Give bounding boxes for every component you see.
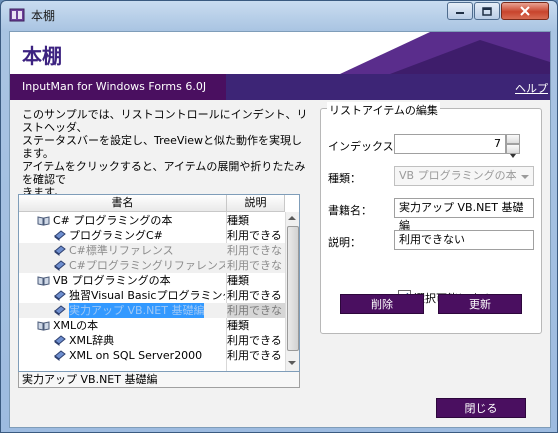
list-item-title: 独習Visual Basicプログラミング [69, 289, 225, 302]
scroll-up-icon[interactable] [288, 216, 296, 220]
book-icon [54, 335, 66, 346]
open-book-icon [37, 321, 50, 331]
type-combo[interactable]: VB プログラミングの本 [394, 166, 534, 186]
description-line: このサンプルでは、リストコントロールにインデント、リストヘッダ、 [22, 108, 308, 134]
list-item-status: 利用できな [227, 303, 285, 318]
title-bar[interactable]: 本棚 [1, 1, 557, 29]
list-item[interactable]: XML辞典 利用できる [19, 333, 285, 348]
header-decoration [340, 32, 550, 74]
delete-button[interactable]: 削除 [340, 294, 424, 314]
edit-group-title: リストアイテムの編集 [327, 102, 440, 118]
list-item[interactable]: C#標準リファレンス 利用できな [19, 243, 285, 258]
description-line: ステータスバーを設定し、TreeViewと似た動作を実現します。 [22, 134, 303, 160]
app-window: 本棚 本棚 InputMan for Windows Forms 6.0J ヘル… [0, 0, 558, 433]
book-icon [54, 245, 66, 256]
book-icon [54, 290, 66, 301]
list-item-title: 実力アップ VB.NET 基礎編 [69, 303, 205, 318]
window-title: 本棚 [31, 9, 56, 23]
list-item-title: C# プログラミングの本 [53, 214, 173, 227]
index-spin-down[interactable] [506, 144, 520, 158]
list-item-title: C#標準リファレンス [69, 244, 174, 257]
list-item-status: 利用できな [227, 244, 282, 257]
list-item-status: 種類 [227, 319, 249, 332]
list-item[interactable]: VB プログラミングの本 種類 [19, 273, 285, 288]
product-banner: InputMan for Windows Forms 6.0J ヘルプ [10, 74, 550, 100]
list-item-title: XMLの本 [53, 319, 99, 332]
list-item-status: 利用できる [227, 349, 282, 362]
page-title: 本棚 [22, 44, 62, 68]
scroll-down-icon[interactable] [288, 361, 296, 365]
title-label: 書籍名： [328, 204, 372, 217]
list-item-title: プログラミングC# [69, 229, 163, 242]
product-name: InputMan for Windows Forms 6.0J [22, 80, 207, 93]
list-item-title: XML on SQL Server2000 [69, 349, 203, 362]
book-list[interactable]: 書名 説明 C# プログラミングの本 種類 プログラミングC# 利用できる C#標準リフ… [18, 194, 300, 372]
index-spin-up[interactable] [506, 134, 520, 148]
desc-label: 説明： [328, 236, 361, 249]
list-item[interactable]: C#プログラミングリファレンス 利用できな [19, 258, 285, 273]
scroll-thumb[interactable] [287, 226, 299, 351]
list-item-status: 利用できる [227, 229, 282, 242]
list-scrollbar[interactable] [285, 212, 299, 371]
list-item[interactable]: 実力アップ VB.NET 基礎編 利用できな [19, 303, 285, 318]
list-item[interactable]: 独習Visual Basicプログラミング 利用できる [19, 288, 285, 303]
book-icon [54, 305, 66, 316]
list-item-title: VB プログラミングの本 [53, 274, 171, 287]
close-button[interactable]: 閉じる [436, 398, 526, 418]
list-item-status: 種類 [227, 214, 249, 227]
list-item[interactable]: XMLの本 種類 [19, 318, 285, 333]
list-item-status: 利用できる [227, 334, 282, 347]
header: 本棚 [10, 32, 550, 74]
spin-down-icon [510, 154, 516, 158]
open-book-icon [37, 216, 50, 226]
chevron-down-icon [521, 175, 529, 179]
maximize-button[interactable] [474, 2, 500, 20]
list-item-status: 種類 [227, 274, 249, 287]
minimize-button[interactable] [447, 2, 473, 20]
close-window-button[interactable] [501, 2, 549, 20]
close-icon [520, 6, 530, 16]
list-item-title: C#プログラミングリファレンス [69, 259, 225, 272]
type-combo-value: VB プログラミングの本 [399, 169, 517, 182]
app-icon [9, 8, 25, 22]
list-item[interactable]: XML on SQL Server2000 利用できる [19, 348, 285, 363]
column-header-desc[interactable]: 説明 [227, 195, 285, 212]
description: このサンプルでは、リストコントロールにインデント、リストヘッダ、 ステータスバー… [22, 108, 312, 199]
update-button[interactable]: 更新 [438, 294, 522, 314]
list-item-status: 利用できな [227, 259, 282, 272]
list-statusbar: 実力アップ VB.NET 基礎編 [18, 372, 300, 388]
list-item-status: 利用できる [227, 289, 282, 302]
list-item[interactable]: C# プログラミングの本 種類 [19, 213, 285, 228]
type-label: 種類： [328, 172, 361, 185]
maximize-icon [482, 6, 492, 16]
help-link[interactable]: ヘルプ [515, 80, 548, 96]
column-header-title[interactable]: 書名 [19, 195, 227, 212]
minimize-icon [456, 12, 464, 14]
client-area: 本棚 InputMan for Windows Forms 6.0J ヘルプ こ… [9, 31, 551, 428]
list-item-title: XML辞典 [69, 334, 115, 347]
index-input[interactable]: 7 [394, 134, 506, 154]
description-line: アイテムをクリックすると、アイテムの展開や折りたたみを確認で [22, 160, 306, 186]
book-icon [54, 260, 66, 271]
desc-input[interactable]: 利用できない [394, 230, 534, 250]
book-icon [54, 230, 66, 241]
open-book-icon [37, 276, 50, 286]
book-icon [54, 350, 66, 361]
list-item[interactable]: プログラミングC# 利用できる [19, 228, 285, 243]
title-input[interactable]: 実力アップ VB.NET 基礎編 [394, 198, 534, 232]
